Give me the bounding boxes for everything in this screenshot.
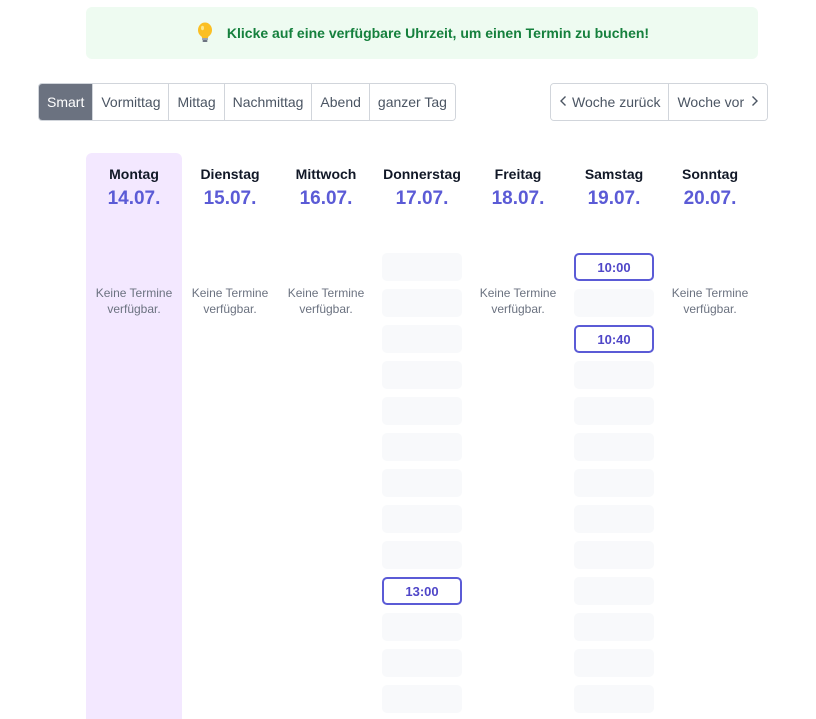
filter-smart[interactable]: Smart <box>39 84 94 120</box>
lightbulb-icon <box>195 22 215 44</box>
day-date: 16.07. <box>299 188 353 209</box>
chevron-right-icon <box>750 94 759 110</box>
day-column: Samstag 19.07. 10:00 10:40 <box>566 153 662 719</box>
unavailable-slot <box>574 469 654 497</box>
unavailable-slot <box>382 325 462 353</box>
day-name: Samstag <box>584 166 644 182</box>
unavailable-slot <box>382 685 462 713</box>
day-column: Montag 14.07. Keine Termine verfügbar. <box>86 153 182 719</box>
no-appointments-text: Keine Termine verfügbar. <box>671 286 749 316</box>
unavailable-slot <box>382 613 462 641</box>
day-column: Donnerstag 17.07. 13:00 <box>374 153 470 719</box>
info-banner: Klicke auf eine verfügbare Uhrzeit, um e… <box>86 7 758 59</box>
unavailable-slot <box>382 253 462 281</box>
previous-week-button[interactable]: Woche zurück <box>551 84 669 120</box>
unavailable-slot <box>574 289 654 317</box>
day-name: Freitag <box>494 166 542 182</box>
filter-vormittag[interactable]: Vormittag <box>93 84 170 120</box>
week-navigation: Woche zurück Woche vor <box>550 83 769 121</box>
unavailable-slot <box>574 685 654 713</box>
banner-message: Klicke auf eine verfügbare Uhrzeit, um e… <box>226 25 650 41</box>
time-slot-button[interactable]: 13:00 <box>382 577 462 605</box>
unavailable-slot <box>574 577 654 605</box>
no-appointments-text: Keine Termine verfügbar. <box>191 286 269 316</box>
unavailable-slot <box>382 289 462 317</box>
unavailable-slot <box>382 361 462 389</box>
day-date: 19.07. <box>587 188 641 209</box>
day-name: Montag <box>109 166 159 182</box>
day-column: Sonntag 20.07. Keine Termine verfügbar. <box>662 153 758 719</box>
time-filter-group: Smart Vormittag Mittag Nachmittag Abend ganze… <box>38 83 456 121</box>
unavailable-slot <box>574 433 654 461</box>
unavailable-slot <box>382 541 462 569</box>
next-week-label: Woche vor <box>677 94 745 110</box>
unavailable-slot <box>382 469 462 497</box>
no-appointments-text: Keine Termine verfügbar. <box>287 286 365 316</box>
day-column: Freitag 18.07. Keine Termine verfügbar. <box>470 153 566 719</box>
day-name: Donnerstag <box>383 166 461 182</box>
chevron-left-icon <box>559 94 568 110</box>
time-slot-button[interactable]: 10:00 <box>574 253 654 281</box>
unavailable-slot <box>574 649 654 677</box>
day-date: 17.07. <box>395 188 449 209</box>
time-slot-button[interactable]: 10:40 <box>574 325 654 353</box>
unavailable-slot <box>574 361 654 389</box>
filter-ganzer-tag[interactable]: ganzer Tag <box>369 84 455 120</box>
unavailable-slot <box>382 433 462 461</box>
unavailable-slot <box>382 649 462 677</box>
day-name: Mittwoch <box>295 166 357 182</box>
unavailable-slot <box>382 397 462 425</box>
no-appointments-text: Keine Termine verfügbar. <box>95 286 173 316</box>
no-appointments-text: Keine Termine verfügbar. <box>479 286 557 316</box>
day-name: Dienstag <box>200 166 260 182</box>
day-column: Dienstag 15.07. Keine Termine verfügbar. <box>182 153 278 719</box>
unavailable-slot <box>574 541 654 569</box>
day-date: 15.07. <box>203 188 257 209</box>
day-column: Mittwoch 16.07. Keine Termine verfügbar. <box>278 153 374 719</box>
day-date: 20.07. <box>683 188 737 209</box>
day-name: Sonntag <box>682 166 738 182</box>
unavailable-slot <box>382 505 462 533</box>
previous-week-label: Woche zurück <box>572 94 661 110</box>
day-date: 18.07. <box>491 188 545 209</box>
unavailable-slot <box>574 613 654 641</box>
day-date: 14.07. <box>107 188 161 209</box>
filter-mittag[interactable]: Mittag <box>169 84 225 120</box>
filter-abend[interactable]: Abend <box>312 84 370 120</box>
unavailable-slot <box>574 505 654 533</box>
unavailable-slot <box>574 397 654 425</box>
next-week-button[interactable]: Woche vor <box>668 84 768 120</box>
filter-nachmittag[interactable]: Nachmittag <box>224 84 313 120</box>
